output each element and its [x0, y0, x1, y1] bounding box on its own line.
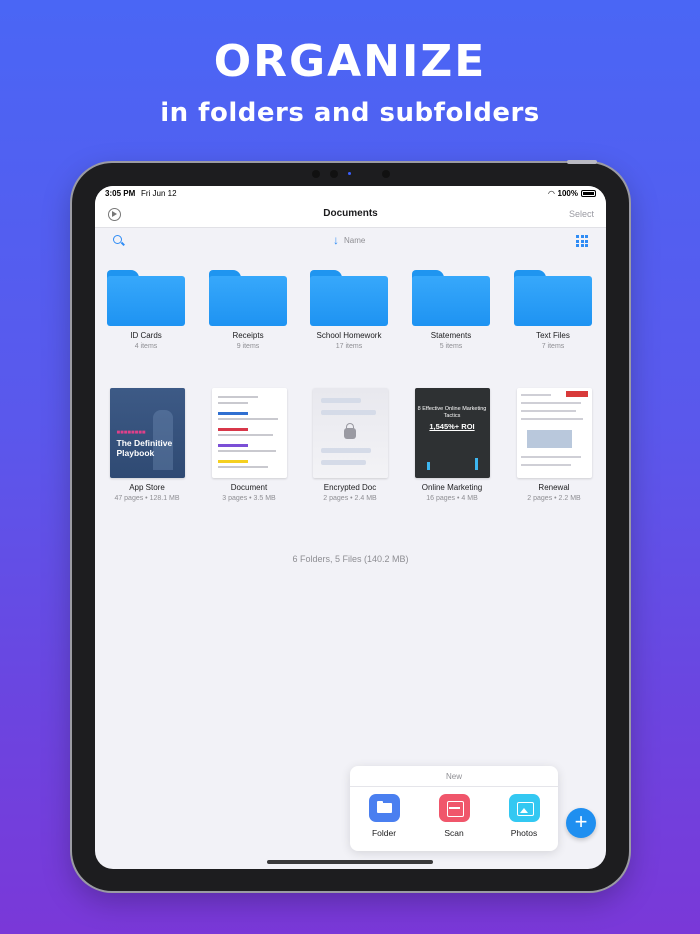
file-name: Encrypted Doc	[323, 483, 377, 492]
folder-icon	[209, 270, 287, 326]
file-thumbnail: ■■■■■■■■ The Definitive Playbook	[109, 388, 185, 478]
new-item-menu: New Folder Scan Photos	[350, 766, 558, 851]
subheadline: in folders and subfolders	[160, 98, 540, 128]
file-name: App Store	[129, 483, 165, 492]
sort-label: Name	[344, 235, 366, 245]
file-meta: 2 pages • 2.2 MB	[527, 495, 581, 502]
folder-count: 5 items	[439, 343, 463, 350]
folder-name: Text Files	[536, 331, 570, 340]
lock-icon	[343, 423, 356, 439]
photos-button[interactable]: Photos	[494, 794, 554, 838]
folder-name: Statements	[430, 331, 472, 340]
file-item[interactable]: Encrypted Doc 2 pages • 2.4 MB	[305, 388, 395, 502]
select-button[interactable]: Select	[569, 209, 594, 219]
folder-item[interactable]: School Homework 17 items	[304, 270, 394, 350]
folder-item[interactable]: ID Cards 4 items	[101, 270, 191, 350]
status-date: Fri Jun 12	[141, 189, 177, 198]
new-folder-button[interactable]: Folder	[354, 794, 414, 838]
ipad-top-button	[567, 160, 597, 164]
sort-button[interactable]: ↓ Name	[333, 234, 365, 246]
screen: 3:05 PM Fri Jun 12 ◠ 100% Documents Sele…	[95, 186, 606, 869]
file-item[interactable]: Renewal 2 pages • 2.2 MB	[509, 388, 599, 502]
sort-arrow-icon: ↓	[333, 233, 339, 247]
navigation-bar: Documents Select	[95, 202, 606, 228]
search-icon[interactable]	[113, 235, 122, 244]
folder-item[interactable]: Receipts 9 items	[203, 270, 293, 350]
scan-label: Scan	[444, 828, 464, 838]
new-menu-title: New	[445, 772, 462, 781]
headline: ORGANIZE	[213, 36, 487, 87]
file-meta: 16 pages • 4 MB	[426, 495, 478, 502]
file-item[interactable]: Document 3 pages • 3.5 MB	[204, 388, 294, 502]
camera-dots	[312, 170, 392, 178]
folder-count: 9 items	[236, 343, 260, 350]
thumbnail-title: The Definitive Playbook	[116, 438, 173, 458]
thumbnail-roi: 1,545%+ ROI	[429, 422, 475, 431]
file-meta: 3 pages • 3.5 MB	[222, 495, 276, 502]
file-thumbnail	[516, 388, 592, 478]
wifi-icon: ◠	[548, 189, 555, 198]
file-name: Online Marketing	[421, 483, 483, 492]
folder-icon	[514, 270, 592, 326]
file-thumbnail	[211, 388, 287, 478]
battery-percent: 100%	[557, 189, 578, 198]
thumbnail-title: 8 Effective Online Marketing Tactics	[417, 406, 487, 419]
status-bar: 3:05 PM Fri Jun 12 ◠ 100%	[95, 186, 606, 202]
battery-icon	[581, 190, 596, 197]
folder-icon	[368, 794, 400, 822]
divider	[350, 786, 558, 787]
toolbar: ↓ Name	[95, 229, 606, 251]
folder-name: School Homework	[316, 331, 382, 340]
items-summary: 6 Folders, 5 Files (140.2 MB)	[292, 554, 409, 564]
grid-view-icon[interactable]	[576, 235, 588, 247]
status-time: 3:05 PM	[105, 189, 136, 198]
folder-name: ID Cards	[130, 331, 162, 340]
file-meta: 47 pages • 128.1 MB	[114, 495, 180, 502]
add-button[interactable]: +	[566, 808, 596, 838]
file-thumbnail: 8 Effective Online Marketing Tactics 1,5…	[414, 388, 490, 478]
folder-icon	[310, 270, 388, 326]
folder-item[interactable]: Text Files 7 items	[508, 270, 598, 350]
folder-icon	[107, 270, 185, 326]
home-indicator	[267, 860, 433, 864]
file-item[interactable]: 8 Effective Online Marketing Tactics 1,5…	[407, 388, 497, 502]
scan-button[interactable]: Scan	[424, 794, 484, 838]
scan-icon	[438, 794, 470, 822]
folder-icon	[412, 270, 490, 326]
folder-item[interactable]: Statements 5 items	[406, 270, 496, 350]
file-name: Renewal	[538, 483, 570, 492]
folder-name: Receipts	[232, 331, 264, 340]
file-meta: 2 pages • 2.4 MB	[323, 495, 377, 502]
file-name: Document	[230, 483, 268, 492]
folder-count: 17 items	[335, 343, 363, 350]
folder-count: 7 items	[541, 343, 565, 350]
file-thumbnail	[312, 388, 388, 478]
new-folder-label: Folder	[371, 828, 397, 838]
page-title: Documents	[323, 208, 378, 219]
folder-count: 4 items	[134, 343, 158, 350]
file-item[interactable]: ■■■■■■■■ The Definitive Playbook App Sto…	[102, 388, 192, 502]
photos-icon	[508, 794, 540, 822]
photos-label: Photos	[510, 828, 538, 838]
